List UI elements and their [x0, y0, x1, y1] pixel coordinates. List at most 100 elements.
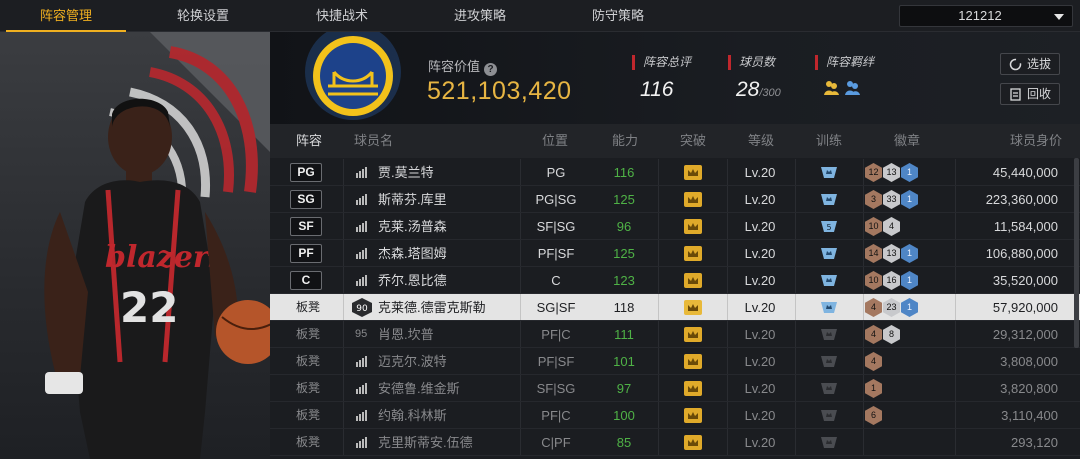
- table-row[interactable]: C 乔尔.恩比德 C 123 Lv.20 10 16 1 35,520,000: [270, 267, 1080, 294]
- team-select-dropdown[interactable]: 121212: [899, 5, 1073, 27]
- col-player-value[interactable]: 球员身价: [1010, 124, 1062, 158]
- player-name[interactable]: 乔尔.恩比德: [378, 267, 447, 294]
- badge-blue-icon[interactable]: 1: [901, 298, 918, 317]
- col-position[interactable]: 位置: [542, 124, 568, 158]
- table-row[interactable]: 板凳 迈克尔.波特 PF|SF 101 Lv.20 4 3,808,000: [270, 348, 1080, 375]
- player-name[interactable]: 贾.莫兰特: [378, 159, 434, 186]
- badge-bronze-icon[interactable]: 10: [865, 271, 882, 290]
- training-icon[interactable]: 5: [819, 219, 839, 234]
- breakthrough-crown-icon[interactable]: [684, 300, 702, 315]
- col-player-name[interactable]: 球员名: [354, 124, 393, 158]
- training-icon[interactable]: [819, 165, 839, 180]
- badge-silver-icon[interactable]: 4: [883, 217, 900, 236]
- breakthrough-crown-icon[interactable]: [684, 219, 702, 234]
- player-name[interactable]: 肖恩.坎普: [378, 321, 434, 348]
- player-name[interactable]: 杰森.塔图姆: [378, 240, 447, 267]
- badge-silver-icon[interactable]: 13: [883, 163, 900, 182]
- training-icon[interactable]: [819, 273, 839, 288]
- badge-bronze-icon[interactable]: 4: [865, 352, 882, 371]
- table-row[interactable]: SF 克莱.汤普森 SF|SG 96 Lv.20 5 10 4 11,584,000: [270, 213, 1080, 240]
- col-ability[interactable]: 能力: [612, 124, 638, 158]
- col-level[interactable]: 等级: [748, 124, 774, 158]
- table-row[interactable]: 板凳 90 克莱德.德雷克斯勒 SG|SF 118 Lv.20 4 23 1 57,920,000: [270, 294, 1080, 321]
- badge-bronze-icon[interactable]: 4: [865, 298, 882, 317]
- table-row[interactable]: SG 斯蒂芬.库里 PG|SG 125 Lv.20 3 33 1 223,360,000: [270, 186, 1080, 213]
- badge-silver-icon[interactable]: 8: [883, 325, 900, 344]
- training-icon[interactable]: [819, 327, 839, 342]
- player-name[interactable]: 斯蒂芬.库里: [378, 186, 447, 213]
- breakthrough-crown-icon[interactable]: [684, 435, 702, 450]
- table-row[interactable]: PG 贾.莫兰特 PG 116 Lv.20 12 13 1 45,440,000: [270, 159, 1080, 186]
- training-icon[interactable]: [819, 381, 839, 396]
- player-name[interactable]: 约翰.科林斯: [378, 402, 447, 429]
- player-name[interactable]: 克莱德.德雷克斯勒: [378, 294, 486, 321]
- table-row[interactable]: 板凳 安德鲁.维金斯 SF|SG 97 Lv.20 1 3,820,800: [270, 375, 1080, 402]
- bond-gold-icon[interactable]: [823, 79, 840, 96]
- player-ability: 116: [613, 165, 635, 180]
- tab-quick-tactics[interactable]: 快捷战术: [282, 0, 402, 32]
- help-icon[interactable]: ?: [484, 63, 498, 76]
- breakthrough-crown-icon[interactable]: [684, 165, 702, 180]
- table-row[interactable]: 板凳 95 肖恩.坎普 PF|C 111 Lv.20 4 8 29,312,000: [270, 321, 1080, 348]
- player-ability: 125: [613, 192, 635, 207]
- training-icon[interactable]: [819, 408, 839, 423]
- badge-blue-icon[interactable]: 1: [901, 163, 918, 182]
- breakthrough-crown-icon[interactable]: [684, 354, 702, 369]
- recycle-button[interactable]: 回收: [1000, 83, 1060, 105]
- badge-bronze-icon[interactable]: 6: [865, 406, 882, 425]
- table-scrollbar[interactable]: [1074, 158, 1079, 348]
- badge-bronze-icon[interactable]: 12: [865, 163, 882, 182]
- training-icon[interactable]: [819, 192, 839, 207]
- tab-lineup-management[interactable]: 阵容管理: [6, 0, 126, 32]
- badge-bronze-icon[interactable]: 10: [865, 217, 882, 236]
- col-lineup[interactable]: 阵容: [296, 124, 322, 158]
- tab-rotation-settings[interactable]: 轮换设置: [143, 0, 263, 32]
- badge-bronze-icon[interactable]: 14: [865, 244, 882, 263]
- player-grade: 95: [355, 328, 368, 340]
- player-ability: 97: [616, 381, 632, 396]
- col-breakthrough[interactable]: 突破: [680, 124, 706, 158]
- badge-silver-icon[interactable]: 33: [883, 190, 900, 209]
- badge-group: 6: [865, 406, 883, 425]
- bond-blue-icon[interactable]: [844, 79, 861, 96]
- player-name[interactable]: 迈克尔.波特: [378, 348, 447, 375]
- player-name[interactable]: 克莱.汤普森: [378, 213, 447, 240]
- select-players-button[interactable]: 选拔: [1000, 53, 1060, 75]
- training-icon[interactable]: [819, 435, 839, 450]
- breakthrough-crown-icon[interactable]: [684, 273, 702, 288]
- badge-blue-icon[interactable]: 1: [901, 271, 918, 290]
- tab-offense-strategy[interactable]: 进攻策略: [420, 0, 540, 32]
- player-price: 223,360,000: [985, 192, 1058, 207]
- breakthrough-crown-icon[interactable]: [684, 192, 702, 207]
- badge-group: 48: [865, 325, 901, 344]
- breakthrough-crown-icon[interactable]: [684, 381, 702, 396]
- col-training[interactable]: 训练: [816, 124, 842, 158]
- breakthrough-crown-icon[interactable]: [684, 408, 702, 423]
- col-badges[interactable]: 徽章: [894, 124, 920, 158]
- badge-bronze-icon[interactable]: 3: [865, 190, 882, 209]
- player-ability: 101: [613, 354, 635, 369]
- player-name[interactable]: 克里斯蒂安.伍德: [378, 429, 473, 456]
- badge-silver-icon[interactable]: 16: [883, 271, 900, 290]
- badge-blue-icon[interactable]: 1: [901, 244, 918, 263]
- tab-defense-strategy[interactable]: 防守策略: [558, 0, 678, 32]
- badge-group: 10 16 1: [865, 271, 919, 290]
- player-name[interactable]: 安德鲁.维金斯: [378, 375, 460, 402]
- badge-silver-icon[interactable]: 23: [883, 298, 900, 317]
- badge-silver-icon[interactable]: 13: [883, 244, 900, 263]
- table-row[interactable]: PF 杰森.塔图姆 PF|SF 125 Lv.20 14 13 1 106,880,000: [270, 240, 1080, 267]
- training-icon[interactable]: [819, 300, 839, 315]
- breakthrough-crown-icon[interactable]: [684, 327, 702, 342]
- player-count-value: 28/300: [736, 78, 781, 101]
- badge-bronze-icon[interactable]: 1: [865, 379, 882, 398]
- badge-blue-icon[interactable]: 1: [901, 190, 918, 209]
- training-icon[interactable]: [819, 246, 839, 261]
- player-ability: 118: [613, 300, 635, 315]
- team-select-value: 121212: [958, 8, 1002, 23]
- training-icon[interactable]: [819, 354, 839, 369]
- player-position: SF|SG: [536, 219, 576, 234]
- table-row[interactable]: 板凳 克里斯蒂安.伍德 C|PF 85 Lv.20 293,120: [270, 429, 1080, 456]
- table-row[interactable]: 板凳 约翰.科林斯 PF|C 100 Lv.20 6 3,110,400: [270, 402, 1080, 429]
- badge-bronze-icon[interactable]: 4: [865, 325, 882, 344]
- breakthrough-crown-icon[interactable]: [684, 246, 702, 261]
